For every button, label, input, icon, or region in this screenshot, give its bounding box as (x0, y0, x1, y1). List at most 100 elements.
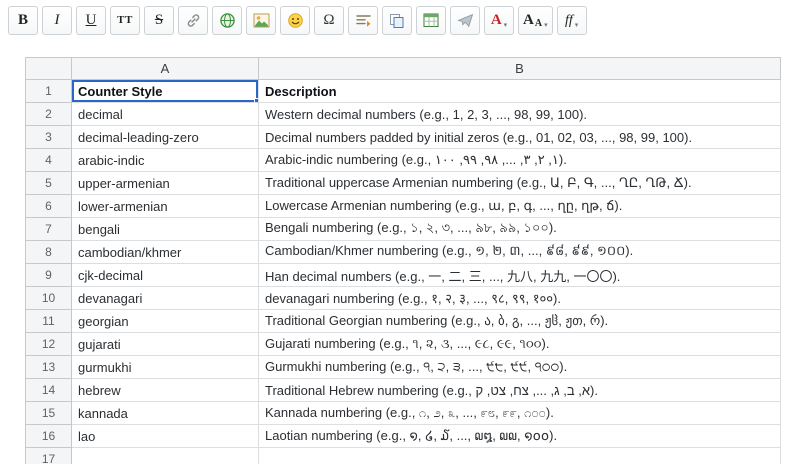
table-row: 8cambodian/khmerCambodian/Khmer numberin… (26, 241, 781, 264)
cell-A2[interactable]: decimal (72, 103, 259, 126)
cell-B15[interactable]: Kannada numbering (e.g., ೧, ೨, ೩, ..., ೯… (259, 402, 781, 425)
row-header-2[interactable]: 2 (26, 103, 72, 126)
underline-label: U (86, 13, 97, 28)
copy-icon (389, 13, 405, 29)
table-row: 11georgianTraditional Georgian numbering… (26, 310, 781, 333)
underline-button[interactable]: U (76, 6, 106, 35)
table-row: 4arabic-indicArabic-indic numbering (e.g… (26, 149, 781, 172)
ligatures-label: ff (565, 14, 573, 28)
cell-B14[interactable]: Traditional Hebrew numbering (e.g., א, ב… (259, 379, 781, 402)
row-header-12[interactable]: 12 (26, 333, 72, 356)
cell-A9[interactable]: cjk-decimal (72, 264, 259, 287)
italic-label: I (55, 13, 60, 28)
row-header-6[interactable]: 6 (26, 195, 72, 218)
font-size-sublabel: A (535, 19, 542, 29)
row-header-9[interactable]: 9 (26, 264, 72, 287)
insert-image-button[interactable] (246, 6, 276, 35)
cell-A6[interactable]: lower-armenian (72, 195, 259, 218)
ligatures-button[interactable]: ff (557, 6, 587, 35)
cell-A14[interactable]: hebrew (72, 379, 259, 402)
row-header-16[interactable]: 16 (26, 425, 72, 448)
link-icon (185, 12, 202, 29)
special-character-button[interactable]: Ω (314, 6, 344, 35)
cell-B17[interactable] (259, 448, 781, 464)
cell-A13[interactable]: gurmukhi (72, 356, 259, 379)
row-header-11[interactable]: 11 (26, 310, 72, 333)
row-header-14[interactable]: 14 (26, 379, 72, 402)
insert-web-link-button[interactable] (212, 6, 242, 35)
insert-table-button[interactable] (416, 6, 446, 35)
row-header-17[interactable]: 17 (26, 448, 72, 464)
column-header-row: A B (26, 58, 781, 80)
editor-page: B I U TT S (0, 0, 792, 464)
cell-B11[interactable]: Traditional Georgian numbering (e.g., ა,… (259, 310, 781, 333)
dropdown-caret-icon (544, 15, 548, 30)
table-row: 10devanagaridevanagari numbering (e.g., … (26, 287, 781, 310)
cell-A7[interactable]: bengali (72, 218, 259, 241)
duplicate-button[interactable] (382, 6, 412, 35)
cell-A8[interactable]: cambodian/khmer (72, 241, 259, 264)
cell-A16[interactable]: lao (72, 425, 259, 448)
cell-B1[interactable]: Description (259, 80, 781, 103)
table-row: 7bengaliBengali numbering (e.g., ১, ২, ৩… (26, 218, 781, 241)
send-button[interactable] (450, 6, 480, 35)
cell-A17[interactable] (72, 448, 259, 464)
cell-A5[interactable]: upper-armenian (72, 172, 259, 195)
cell-A10[interactable]: devanagari (72, 287, 259, 310)
sheet-table: A B 1Counter StyleDescription2decimalWes… (25, 57, 781, 464)
cell-B9[interactable]: Han decimal numbers (e.g., 一, 二, 三, ...,… (259, 264, 781, 287)
teletype-button[interactable]: TT (110, 6, 140, 35)
row-header-7[interactable]: 7 (26, 218, 72, 241)
cell-B6[interactable]: Lowercase Armenian numbering (e.g., ա, բ… (259, 195, 781, 218)
table-row: 15kannadaKannada numbering (e.g., ೧, ೨, … (26, 402, 781, 425)
font-color-label: A (491, 13, 502, 28)
column-header-a[interactable]: A (72, 58, 259, 80)
cell-A11[interactable]: georgian (72, 310, 259, 333)
cell-B13[interactable]: Gurmukhi numbering (e.g., ੧, ੨, ੩, ..., … (259, 356, 781, 379)
bold-label: B (18, 13, 28, 28)
table-row: 16laoLaotian numbering (e.g., ໑, ໒, ໓, .… (26, 425, 781, 448)
cell-B3[interactable]: Decimal numbers padded by initial zeros … (259, 126, 781, 149)
table-row: 9cjk-decimalHan decimal numbers (e.g., 一… (26, 264, 781, 287)
italic-button[interactable]: I (42, 6, 72, 35)
cell-B16[interactable]: Laotian numbering (e.g., ໑, ໒, ໓, ..., ໙… (259, 425, 781, 448)
table-icon (423, 13, 439, 28)
font-color-button[interactable]: A (484, 6, 514, 35)
insert-link-button[interactable] (178, 6, 208, 35)
fill-handle[interactable] (254, 98, 259, 103)
strikethrough-button[interactable]: S (144, 6, 174, 35)
insert-emoticon-button[interactable] (280, 6, 310, 35)
cell-A4[interactable]: arabic-indic (72, 149, 259, 172)
bold-button[interactable]: B (8, 6, 38, 35)
row-header-8[interactable]: 8 (26, 241, 72, 264)
row-header-4[interactable]: 4 (26, 149, 72, 172)
cell-B8[interactable]: Cambodian/Khmer numbering (e.g., ១, ២, ៣… (259, 241, 781, 264)
row-header-1[interactable]: 1 (26, 80, 72, 103)
cell-B10[interactable]: devanagari numbering (e.g., १, २, ३, ...… (259, 287, 781, 310)
cell-A3[interactable]: decimal-leading-zero (72, 126, 259, 149)
text-direction-button[interactable] (348, 6, 378, 35)
cell-B12[interactable]: Gujarati numbering (e.g., ૧, ૨, ૩, ..., … (259, 333, 781, 356)
column-header-b[interactable]: B (259, 58, 781, 80)
spreadsheet: A B 1Counter StyleDescription2decimalWes… (25, 57, 781, 464)
paper-plane-icon (457, 13, 474, 28)
select-all-corner[interactable] (26, 58, 72, 80)
table-row: 1Counter StyleDescription (26, 80, 781, 103)
cell-B2[interactable]: Western decimal numbers (e.g., 1, 2, 3, … (259, 103, 781, 126)
cell-B5[interactable]: Traditional uppercase Armenian numbering… (259, 172, 781, 195)
sheet-body: 1Counter StyleDescription2decimalWestern… (26, 80, 781, 464)
row-header-15[interactable]: 15 (26, 402, 72, 425)
dropdown-caret-icon (575, 15, 579, 30)
row-header-5[interactable]: 5 (26, 172, 72, 195)
cell-A1[interactable]: Counter Style (72, 80, 259, 103)
cell-B7[interactable]: Bengali numbering (e.g., ১, ২, ৩, ..., ৯… (259, 218, 781, 241)
cell-B4[interactable]: Arabic-indic numbering (e.g., ١, ٢, ٣, .… (259, 149, 781, 172)
font-size-label: A (523, 13, 534, 28)
cell-A15[interactable]: kannada (72, 402, 259, 425)
font-size-button[interactable]: A A (518, 6, 553, 35)
row-header-13[interactable]: 13 (26, 356, 72, 379)
row-header-10[interactable]: 10 (26, 287, 72, 310)
cell-A12[interactable]: gujarati (72, 333, 259, 356)
row-header-3[interactable]: 3 (26, 126, 72, 149)
teletype-label: TT (117, 15, 133, 26)
